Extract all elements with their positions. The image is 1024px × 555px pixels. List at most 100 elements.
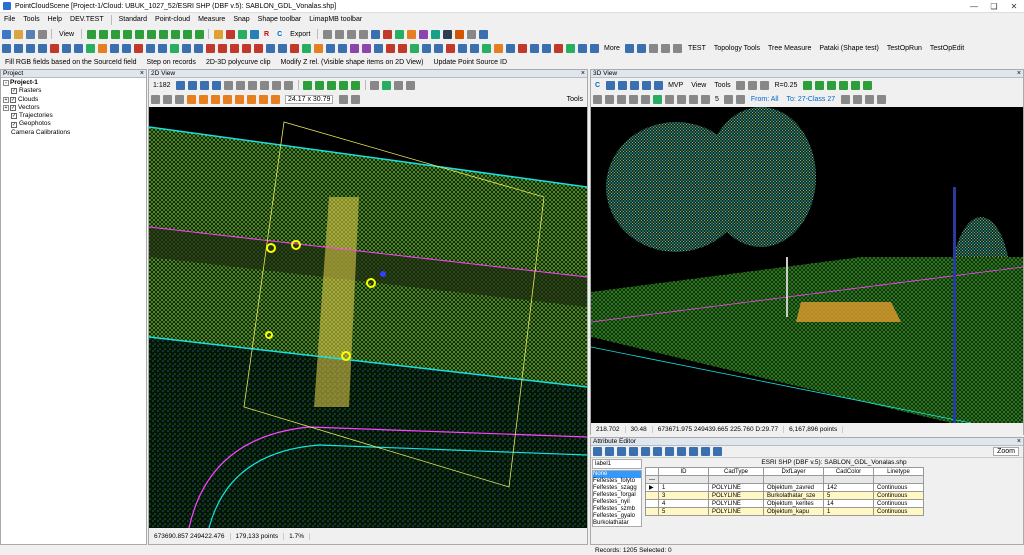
t3b-10-icon[interactable]: [700, 94, 710, 104]
draw-13-icon[interactable]: [145, 43, 155, 53]
layer-2-icon[interactable]: [98, 29, 108, 39]
draw-29-icon[interactable]: [337, 43, 347, 53]
draw-42-icon[interactable]: [493, 43, 503, 53]
col-header[interactable]: ID: [658, 467, 709, 476]
draw-43-icon[interactable]: [505, 43, 515, 53]
class-4-icon[interactable]: [339, 80, 349, 90]
label-combo[interactable]: label1: [592, 459, 642, 469]
draw-19-icon[interactable]: [217, 43, 227, 53]
redo-icon[interactable]: [637, 43, 647, 53]
maximize-icon[interactable]: ❑: [984, 0, 1004, 13]
draw-2-icon[interactable]: [13, 43, 23, 53]
tool-2d-c-icon[interactable]: [272, 80, 282, 90]
draw-18-icon[interactable]: [205, 43, 215, 53]
draw-33-icon[interactable]: [385, 43, 395, 53]
menu-snap[interactable]: Snap: [229, 16, 253, 23]
t3b-12-icon[interactable]: [736, 94, 746, 104]
tree-item-trajectories[interactable]: ✓ Trajectories: [3, 112, 144, 120]
menu-point-cloud[interactable]: Point-cloud: [151, 16, 194, 23]
tool-2d-h-icon[interactable]: [406, 80, 416, 90]
close-attr-icon[interactable]: ×: [1017, 438, 1023, 445]
t3b-13-icon[interactable]: [840, 94, 850, 104]
update-point-source-command[interactable]: Update Point Source ID: [433, 59, 507, 66]
menu-standard[interactable]: Standard: [115, 16, 151, 23]
view-size-field[interactable]: 24.17 x 30.79: [285, 94, 334, 104]
t3b-5-icon[interactable]: [640, 94, 650, 104]
view-3d-view-menu[interactable]: View: [691, 82, 706, 89]
layer-7-icon[interactable]: [158, 29, 168, 39]
tool-b-icon[interactable]: [334, 29, 344, 39]
t2-12-icon[interactable]: [338, 94, 348, 104]
close-3d-icon[interactable]: ×: [1017, 70, 1023, 77]
draw-15-icon[interactable]: [169, 43, 179, 53]
t3b-8-icon[interactable]: [676, 94, 686, 104]
tree-item-rasters[interactable]: ✓ Rasters: [3, 87, 144, 95]
draw-37-icon[interactable]: [433, 43, 443, 53]
menu-measure[interactable]: Measure: [194, 16, 229, 23]
attr-t10-icon[interactable]: [700, 447, 710, 456]
t3b-6-icon[interactable]: [652, 94, 662, 104]
t2-4-icon[interactable]: [186, 94, 196, 104]
tool-h-icon[interactable]: [406, 29, 416, 39]
t3-7-icon[interactable]: [748, 80, 758, 90]
view-2d-tools-menu[interactable]: Tools: [567, 96, 583, 103]
draw-4-icon[interactable]: [37, 43, 47, 53]
tool-i-icon[interactable]: [418, 29, 428, 39]
layer-8-icon[interactable]: [170, 29, 180, 39]
draw-38-icon[interactable]: [445, 43, 455, 53]
draw-40-icon[interactable]: [469, 43, 479, 53]
class-1-icon[interactable]: [303, 80, 313, 90]
mvp-button[interactable]: MVP: [668, 82, 683, 89]
draw-26-icon[interactable]: [301, 43, 311, 53]
label-item[interactable]: Felfestes_forgal: [593, 492, 641, 499]
scale-field[interactable]: 1:182: [153, 82, 171, 89]
draw-49-icon[interactable]: [577, 43, 587, 53]
view-menu-button[interactable]: View: [59, 31, 74, 38]
table-row[interactable]: ▶ 1 POLYLINE Objektum_zavred 142 Continuous: [645, 483, 924, 492]
pataki-shape-test-button[interactable]: Pataki (Shape test): [819, 45, 879, 52]
t2-11-icon[interactable]: [270, 94, 280, 104]
r-button[interactable]: R: [264, 31, 269, 38]
t3-4-icon[interactable]: [641, 80, 651, 90]
layer-3-icon[interactable]: [110, 29, 120, 39]
draw-21-icon[interactable]: [241, 43, 251, 53]
draw-5-icon[interactable]: [49, 43, 59, 53]
menu-help[interactable]: Help: [44, 16, 66, 23]
tool-2d-d-icon[interactable]: [284, 80, 294, 90]
t3b-11-icon[interactable]: [724, 94, 734, 104]
tool-l-icon[interactable]: [454, 29, 464, 39]
to-class-field[interactable]: To: 27-Class 27: [787, 96, 836, 103]
zoom-out-icon[interactable]: [188, 80, 198, 90]
t2-8-icon[interactable]: [234, 94, 244, 104]
draw-20-icon[interactable]: [229, 43, 239, 53]
draw-48-icon[interactable]: [565, 43, 575, 53]
t2-5-icon[interactable]: [198, 94, 208, 104]
table-row[interactable]: 5 POLYLINE Objektum_kapu 1 Continuous: [645, 507, 924, 516]
class-5-icon[interactable]: [351, 80, 361, 90]
ruler-icon[interactable]: [661, 43, 671, 53]
layer-10-icon[interactable]: [194, 29, 204, 39]
view-3d-tools-menu[interactable]: Tools: [714, 82, 730, 89]
step-on-records-command[interactable]: Step on records: [147, 59, 196, 66]
minimize-icon[interactable]: —: [964, 0, 984, 13]
save-icon[interactable]: [25, 29, 35, 39]
rotate-icon[interactable]: [236, 80, 246, 90]
attr-t5-icon[interactable]: [640, 447, 650, 456]
menu-shape-toolbar[interactable]: Shape toolbar: [254, 16, 306, 23]
draw-32-icon[interactable]: [373, 43, 383, 53]
t3-5-icon[interactable]: [653, 80, 663, 90]
t3b-2-icon[interactable]: [604, 94, 614, 104]
count-field[interactable]: 5: [715, 96, 719, 103]
color-blue-icon[interactable]: [249, 29, 259, 39]
tool-2d-g-icon[interactable]: [394, 80, 404, 90]
tool-k-icon[interactable]: [442, 29, 452, 39]
t3b-4-icon[interactable]: [628, 94, 638, 104]
draw-12-icon[interactable]: [133, 43, 143, 53]
draw-31-icon[interactable]: [361, 43, 371, 53]
tree-item-camera-calibrations[interactable]: Camera Calibrations: [3, 129, 144, 137]
attr-t7-icon[interactable]: [664, 447, 674, 456]
tree-item-geophotos[interactable]: ✓ Geophotos: [3, 120, 144, 128]
settings-icon[interactable]: [649, 43, 659, 53]
t3-8-icon[interactable]: [760, 80, 770, 90]
t2-3-icon[interactable]: [174, 94, 184, 104]
